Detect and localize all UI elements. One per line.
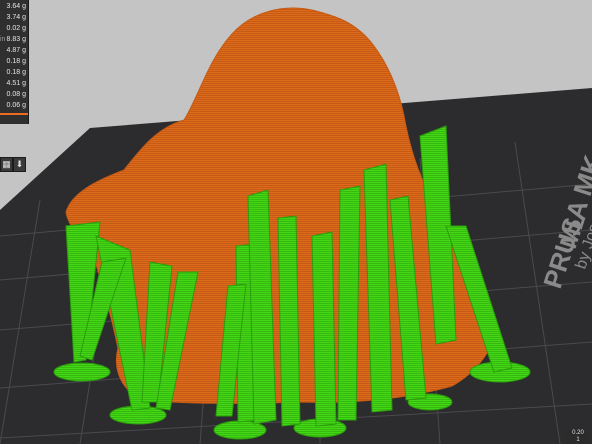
export-icon[interactable]: ⬇ [13,157,26,172]
layer-height-readout: 0.20 1 [566,430,590,444]
layer-height-value: 0.20 [572,430,584,436]
support-branch [311,231,337,427]
stat-value: 4.51 g [6,80,26,87]
support-base [53,362,111,382]
stat-value: 0.02 g [6,25,26,32]
stat-value: 4.87 g [6,47,26,54]
stat-value: 3.74 g [6,14,26,21]
3d-viewport[interactable]: PRUSA MK by Josef Prusa ML [0,0,592,444]
stat-value: 8.83 g [6,36,26,43]
stat-value: 0.18 g [6,58,26,65]
stat-value: 3.64 g [6,3,26,10]
support-branch [337,185,361,421]
stat-label: in [0,36,6,43]
accent-bar [0,113,28,115]
support-branch [277,215,301,427]
filament-stats-panel: 3.64 g 3.74 g 0.02 g in 8.83 g 4.87 g 0.1… [0,0,29,124]
stat-value: 0.18 g [6,69,26,76]
stat-value: 0.06 g [6,102,26,109]
cube-icon[interactable]: ▦ [0,157,13,172]
layer-number: 1 [576,437,580,443]
stat-value: 0.08 g [6,91,26,98]
